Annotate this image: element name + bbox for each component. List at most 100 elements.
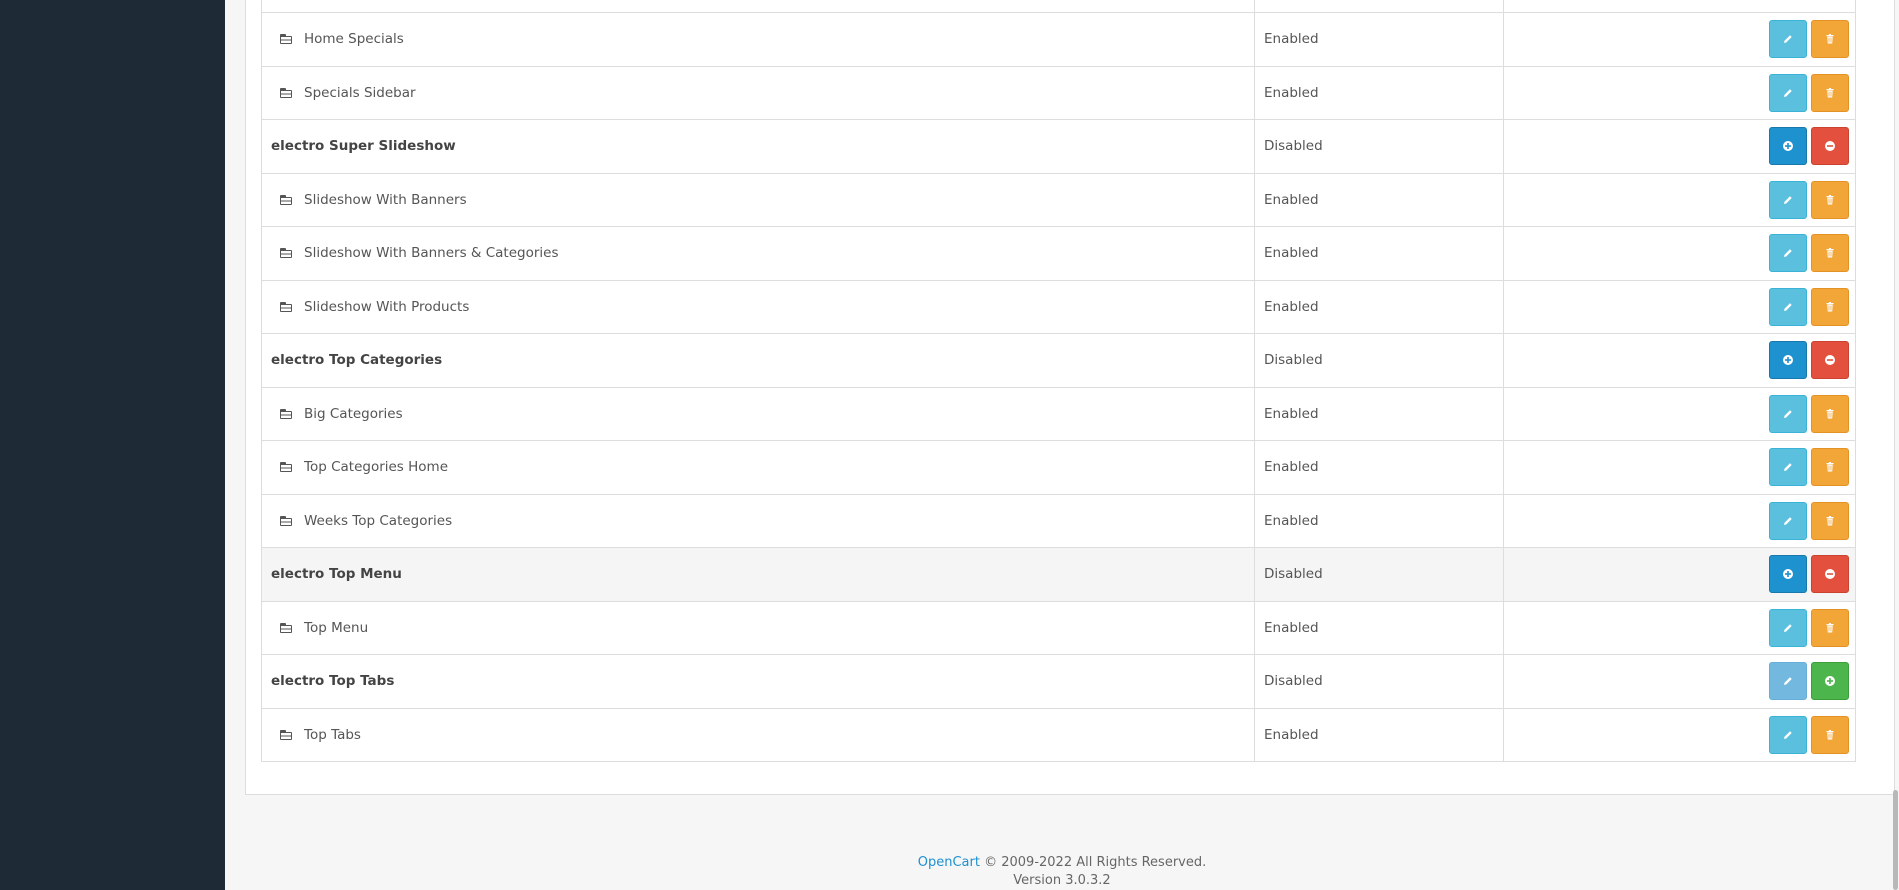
module-name: Slideshow With Banners & Categories xyxy=(304,245,559,262)
action-cell xyxy=(1504,281,1855,334)
action-cell xyxy=(1504,441,1855,494)
status-text: Disabled xyxy=(1264,352,1323,369)
status-text: Enabled xyxy=(1264,31,1319,48)
action-cell xyxy=(1504,334,1855,387)
main-content: Home Specials Enabled Specials Sidebar Enab… xyxy=(225,0,1899,890)
module-name-cell: Specials Sidebar xyxy=(262,66,1255,119)
install-icon xyxy=(1782,140,1794,152)
action-cell xyxy=(1504,655,1855,708)
action-cell xyxy=(1504,67,1855,120)
table-row: Home Specials Enabled xyxy=(262,13,1855,67)
module-name-cell: electro Super Slideshow xyxy=(262,120,1255,173)
folder-open-icon xyxy=(280,729,294,740)
table-row: Top Menu Enabled xyxy=(262,601,1855,655)
edit-icon xyxy=(1782,194,1794,206)
edit-button[interactable] xyxy=(1769,73,1807,112)
edit-icon xyxy=(1782,301,1794,313)
uninstall-icon xyxy=(1824,140,1836,152)
status-cell: Disabled xyxy=(1255,334,1504,387)
folder-open-icon xyxy=(280,408,294,419)
table-row: Slideshow With Banners & Categories Enabl… xyxy=(262,227,1855,281)
add-module-button[interactable] xyxy=(1811,662,1849,701)
edit-button[interactable] xyxy=(1769,180,1807,219)
delete-icon xyxy=(1824,461,1836,473)
delete-icon xyxy=(1824,515,1836,527)
folder-open-icon xyxy=(280,462,294,473)
extension-name: electro Top Tabs xyxy=(271,673,395,690)
vertical-scrollbar[interactable] xyxy=(1891,0,1899,890)
version-text: Version 3.0.3.2 xyxy=(1013,873,1111,888)
footer: OpenCart © 2009-2022 All Rights Reserved… xyxy=(225,854,1899,890)
install-button[interactable] xyxy=(1769,127,1807,166)
edit-button[interactable] xyxy=(1769,287,1807,326)
module-name: Slideshow With Banners xyxy=(304,191,467,208)
edit-button[interactable] xyxy=(1769,662,1807,701)
delete-button[interactable] xyxy=(1811,715,1849,754)
opencart-link[interactable]: OpenCart xyxy=(918,855,980,870)
module-name-cell: Slideshow With Banners xyxy=(262,173,1255,226)
module-name: Top Categories Home xyxy=(304,459,448,476)
delete-button[interactable] xyxy=(1811,394,1849,433)
uninstall-button[interactable] xyxy=(1811,555,1849,594)
delete-button[interactable] xyxy=(1811,448,1849,487)
folder-open-icon xyxy=(280,194,294,205)
module-name: Weeks Top Categories xyxy=(304,512,453,529)
delete-icon xyxy=(1824,408,1836,420)
status-text: Enabled xyxy=(1264,191,1319,208)
table-row: electro Super Slideshow Disabled xyxy=(262,120,1855,174)
delete-icon xyxy=(1824,33,1836,45)
status-cell: Enabled xyxy=(1255,708,1504,761)
edit-button[interactable] xyxy=(1769,394,1807,433)
edit-icon xyxy=(1782,408,1794,420)
delete-button[interactable] xyxy=(1811,234,1849,273)
status-text: Enabled xyxy=(1264,84,1319,101)
delete-button[interactable] xyxy=(1811,501,1849,540)
edit-button[interactable] xyxy=(1769,715,1807,754)
edit-button[interactable] xyxy=(1769,608,1807,647)
delete-button[interactable] xyxy=(1811,608,1849,647)
left-sidebar xyxy=(0,0,225,890)
status-text: Disabled xyxy=(1264,673,1323,690)
table-row: electro Top Menu Disabled xyxy=(262,548,1855,602)
module-name: Home Specials xyxy=(304,31,404,48)
uninstall-button[interactable] xyxy=(1811,341,1849,380)
install-button[interactable] xyxy=(1769,341,1807,380)
action-cell xyxy=(1504,174,1855,227)
delete-button[interactable] xyxy=(1811,287,1849,326)
install-icon xyxy=(1782,568,1794,580)
action-cell xyxy=(1504,13,1855,66)
delete-button[interactable] xyxy=(1811,20,1849,59)
module-name-cell: Home Specials xyxy=(262,13,1255,66)
uninstall-icon xyxy=(1824,568,1836,580)
delete-button[interactable] xyxy=(1811,180,1849,219)
edit-icon xyxy=(1782,247,1794,259)
table-row: Slideshow With Banners Enabled xyxy=(262,173,1855,227)
delete-button[interactable] xyxy=(1811,73,1849,112)
table-row: Big Categories Enabled xyxy=(262,387,1855,441)
edit-button[interactable] xyxy=(1769,20,1807,59)
edit-button[interactable] xyxy=(1769,501,1807,540)
module-name-cell: Slideshow With Banners & Categories xyxy=(262,227,1255,280)
status-cell: Enabled xyxy=(1255,13,1504,66)
action-cell xyxy=(1504,709,1855,762)
edit-icon xyxy=(1782,622,1794,634)
status-text: Disabled xyxy=(1264,138,1323,155)
module-name: Top Menu xyxy=(304,619,369,636)
install-button[interactable] xyxy=(1769,555,1807,594)
table-row: electro Top Categories Disabled xyxy=(262,334,1855,388)
folder-open-icon xyxy=(280,87,294,98)
table-row: Specials Sidebar Enabled xyxy=(262,66,1855,120)
uninstall-button[interactable] xyxy=(1811,127,1849,166)
action-cell xyxy=(1504,388,1855,441)
edit-button[interactable] xyxy=(1769,234,1807,273)
extension-name: electro Top Categories xyxy=(271,352,443,369)
edit-button[interactable] xyxy=(1769,448,1807,487)
status-text: Enabled xyxy=(1264,512,1319,529)
status-cell: Enabled xyxy=(1255,173,1504,226)
status-cell: Disabled xyxy=(1255,655,1504,708)
module-name-cell: Slideshow With Products xyxy=(262,280,1255,333)
scrollbar-thumb[interactable] xyxy=(1893,790,1898,890)
module-name: Big Categories xyxy=(304,405,403,422)
extension-name: electro Super Slideshow xyxy=(271,138,456,155)
edit-icon xyxy=(1782,33,1794,45)
